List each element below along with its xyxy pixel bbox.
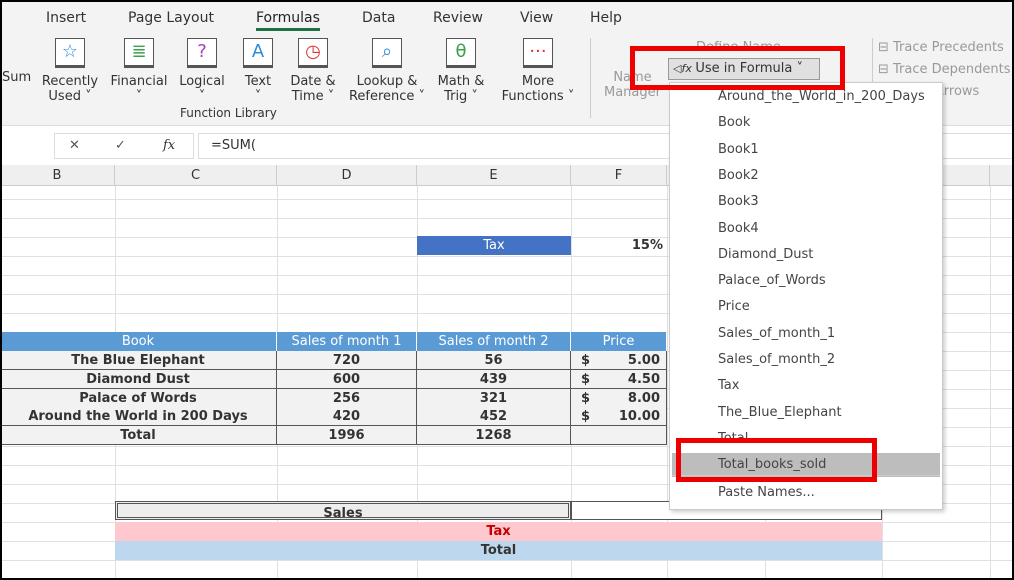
grid-line xyxy=(0,560,1014,561)
tab-view[interactable]: View xyxy=(520,10,553,26)
column-header-c[interactable]: C xyxy=(115,165,277,186)
table-cell-book[interactable]: Diamond Dust xyxy=(0,369,277,389)
table-cell-book[interactable]: The Blue Elephant xyxy=(0,351,277,370)
trace-dependents-icon: ⊟ xyxy=(878,62,894,77)
star-function-button[interactable]: ☆ Recently Used ˅ xyxy=(40,38,100,104)
menu-item[interactable]: Price xyxy=(718,295,750,319)
table-header-cell[interactable]: Sales of month 1 xyxy=(277,332,417,351)
magnifier-icon: ⌕ xyxy=(372,38,402,68)
ribbon-tabs: Insert Page Layout Formulas Data Review … xyxy=(0,0,1014,34)
tab-page-layout[interactable]: Page Layout xyxy=(128,10,214,26)
table-header-cell[interactable]: Book xyxy=(0,332,277,351)
table-cell-month2[interactable]: 452 xyxy=(417,407,571,427)
more-function-button[interactable]: ··· More Functions ˅ xyxy=(496,38,580,104)
grid-line xyxy=(990,186,991,580)
tab-help[interactable]: Help xyxy=(590,10,622,26)
table-cell-month1[interactable]: 720 xyxy=(277,351,417,370)
coins-function-button[interactable]: ≣ Financial ˅ xyxy=(108,38,170,104)
menu-item[interactable]: Diamond_Dust xyxy=(718,243,813,267)
table-header-cell[interactable]: Price xyxy=(571,332,667,351)
menu-item[interactable]: Book2 xyxy=(718,164,759,188)
table-cell-month2[interactable]: 439 xyxy=(417,369,571,389)
table-cell-price[interactable] xyxy=(571,426,667,446)
menu-item[interactable]: Tax xyxy=(718,374,739,398)
menu-item[interactable]: Book3 xyxy=(718,190,759,214)
column-header-e[interactable]: E xyxy=(417,165,571,186)
table-cell-month1[interactable]: 420 xyxy=(277,407,417,427)
star-icon: ☆ xyxy=(55,38,85,68)
table-cell-price[interactable]: $8.00 xyxy=(571,388,667,408)
insert-function-icon[interactable]: fx xyxy=(163,138,175,153)
menu-item[interactable]: Sales_of_month_2 xyxy=(718,348,835,372)
theta-function-button[interactable]: θ Math & Trig ˅ xyxy=(434,38,488,104)
table-cell-book[interactable]: Total xyxy=(0,426,277,446)
tab-data[interactable]: Data xyxy=(362,10,395,26)
coins-icon: ≣ xyxy=(124,38,154,68)
menu-item[interactable]: The_Blue_Elephant xyxy=(718,401,842,425)
table-cell-month1[interactable]: 600 xyxy=(277,369,417,389)
tax-row-cell[interactable]: Tax xyxy=(115,522,882,541)
table-cell-month2[interactable]: 321 xyxy=(417,388,571,408)
table-cell-month2[interactable]: 56 xyxy=(417,351,571,370)
table-header-cell[interactable]: Sales of month 2 xyxy=(417,332,571,351)
total-row-cell[interactable]: Total xyxy=(115,541,882,560)
trace-precedents-icon: ⊟ xyxy=(878,40,894,55)
menu-item[interactable]: Paste Names... xyxy=(718,481,815,505)
formula-buttons: ✕ ✓ fx xyxy=(54,133,194,159)
table-cell-month2[interactable]: 1268 xyxy=(417,426,571,446)
cancel-icon[interactable]: ✕ xyxy=(69,138,80,153)
column-header-d[interactable]: D xyxy=(277,165,417,186)
menu-item[interactable]: Sales_of_month_1 xyxy=(718,322,835,346)
theta-icon: θ xyxy=(446,38,476,68)
table-cell-month1[interactable]: 256 xyxy=(277,388,417,408)
table-cell-book[interactable]: Around the World in 200 Days xyxy=(0,407,277,427)
menu-item[interactable]: Palace_of_Words xyxy=(718,269,826,293)
column-header-f[interactable]: F xyxy=(571,165,667,186)
highlight-box xyxy=(630,46,845,90)
menu-item[interactable]: Book4 xyxy=(718,217,759,241)
trace-precedents-button[interactable]: ⊟ Trace Precedents xyxy=(878,40,1004,55)
menu-item[interactable]: Book xyxy=(718,111,750,135)
clock-icon: ◷ xyxy=(298,38,328,68)
table-cell-price[interactable]: $4.50 xyxy=(571,369,667,389)
trace-dependents-button[interactable]: ⊟ Trace Dependents xyxy=(878,62,1011,77)
column-header-b[interactable]: B xyxy=(0,165,115,186)
autosum-button[interactable]: Sum xyxy=(2,70,31,85)
more-icon: ··· xyxy=(523,38,553,68)
menu-item[interactable]: Book1 xyxy=(718,138,759,162)
sales-cell[interactable]: Sales xyxy=(115,501,571,520)
text-a-icon: A xyxy=(243,38,273,68)
text-a-function-button[interactable]: A Text ˅ xyxy=(240,38,276,104)
grid-line xyxy=(667,186,668,580)
enter-icon[interactable]: ✓ xyxy=(115,138,126,153)
tax-value-cell[interactable]: 15% xyxy=(571,236,667,255)
divider xyxy=(590,38,591,118)
tax-label-cell[interactable]: Tax xyxy=(417,236,571,255)
table-cell-price[interactable]: $10.00 xyxy=(571,407,667,427)
clock-function-button[interactable]: ◷ Date & Time ˅ xyxy=(288,38,338,104)
tab-formulas[interactable]: Formulas xyxy=(256,10,320,31)
table-cell-price[interactable]: $5.00 xyxy=(571,351,667,370)
highlight-box xyxy=(676,438,877,482)
table-cell-book[interactable]: Palace of Words xyxy=(0,388,277,408)
tab-review[interactable]: Review xyxy=(433,10,483,26)
table-cell-month1[interactable]: 1996 xyxy=(277,426,417,446)
tab-insert[interactable]: Insert xyxy=(46,10,86,26)
function-library-label: Function Library xyxy=(180,106,277,120)
question-icon: ? xyxy=(187,38,217,68)
magnifier-function-button[interactable]: ⌕ Lookup & Reference ˅ xyxy=(346,38,428,104)
question-function-button[interactable]: ? Logical ˅ xyxy=(176,38,228,104)
